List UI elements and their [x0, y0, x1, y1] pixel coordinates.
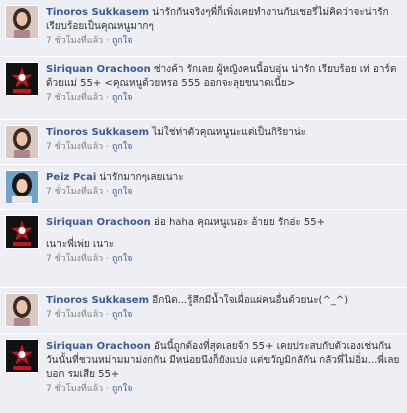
profile-photo[interactable] [5, 5, 39, 39]
meta-separator: · [103, 384, 112, 394]
timestamp: 7 ชั่วโมงที่แล้ว [46, 142, 104, 152]
author-link[interactable]: Tinoros Sukkasem [46, 295, 149, 306]
profile-photo[interactable] [5, 125, 39, 159]
virgin-hitz-logo [6, 340, 38, 372]
timestamp: 7 ชั่วโมงที่แล้ว [46, 36, 104, 46]
comment-text: ไม่ใช่ท่าตัวคุณหนูนะแต่เป็นกิริยาน่ะ [152, 127, 307, 138]
profile-photo[interactable] [5, 293, 39, 327]
like-link[interactable]: ถูกใจ [112, 254, 133, 264]
like-link[interactable]: ถูกใจ [112, 93, 133, 103]
comment-item: Siriquan Orachoon อันนี้ถูกต้องที่สุดเลย… [0, 334, 407, 413]
comment-meta: 7 ชั่วโมงที่แล้ว · ถูกใจ [46, 141, 401, 154]
tinoros-avatar [6, 294, 38, 326]
comment-text: น่ารักมากๆเลยเนาะ [99, 172, 184, 183]
comment-meta: 7 ชั่วโมงที่แล้ว · ถูกใจ [46, 253, 401, 266]
comment-item: Tinoros Sukkasem น่ารักกันจริงๆพี่ก็เพิ่… [0, 0, 407, 56]
tinoros-avatar [6, 6, 38, 38]
author-link[interactable]: Siriquan Orachoon [46, 341, 151, 352]
timestamp: 7 ชั่วโมงที่แล้ว [46, 93, 104, 103]
comment-meta: 7 ชั่วโมงที่แล้ว · ถูกใจ [46, 186, 401, 199]
like-link[interactable]: ถูกใจ [112, 142, 133, 152]
comment-item: Tinoros Sukkasem อีกนิด...รู้สึกมีน้ำใจเ… [0, 288, 407, 333]
virgin-hitz-logo [6, 63, 38, 95]
comment-item: Tinoros Sukkasem ไม่ใช่ท่าตัวคุณหนูนะแต่… [0, 120, 407, 164]
comment-text: อีกนิด...รู้สึกมีน้ำใจเผื่อแผ่คนอื่นด้วย… [152, 295, 349, 306]
comment-meta: 7 ชั่วโมงที่แล้ว · ถูกใจ [46, 35, 401, 48]
meta-separator: · [103, 142, 112, 152]
like-link[interactable]: ถูกใจ [112, 187, 133, 197]
meta-separator: · [103, 36, 112, 46]
like-link[interactable]: ถูกใจ [112, 384, 133, 394]
author-link[interactable]: Tinoros Sukkasem [46, 7, 149, 18]
profile-photo[interactable] [5, 215, 39, 249]
author-link[interactable]: Peiz Pcai [46, 172, 96, 183]
comment-meta: 7 ชั่วโมงที่แล้ว · ถูกใจ [46, 309, 401, 322]
meta-separator: · [103, 187, 112, 197]
timestamp: 7 ชั่วโมงที่แล้ว [46, 384, 104, 394]
author-link[interactable]: Tinoros Sukkasem [46, 127, 149, 138]
author-link[interactable]: Siriquan Orachoon [46, 217, 151, 228]
comment-meta: 7 ชั่วโมงที่แล้ว · ถูกใจ [46, 92, 401, 105]
like-link[interactable]: ถูกใจ [112, 310, 133, 320]
like-link[interactable]: ถูกใจ [112, 36, 133, 46]
meta-separator: · [103, 254, 112, 264]
virgin-hitz-logo [6, 216, 38, 248]
comment-feed: Tinoros Sukkasem น่ารักกันจริงๆพี่ก็เพิ่… [0, 0, 407, 413]
timestamp: 7 ชั่วโมงที่แล้ว [46, 187, 104, 197]
meta-separator: · [103, 93, 112, 103]
meta-separator: · [103, 310, 112, 320]
comment-text: อ่อ haha คุณหนูเนอะ อ้ายย รักอ่ะ 55+ [153, 217, 325, 228]
profile-photo[interactable] [5, 170, 39, 204]
author-link[interactable]: Siriquan Orachoon [46, 64, 151, 75]
timestamp: 7 ชั่วโมงที่แล้ว [46, 254, 104, 264]
tinoros-avatar [6, 126, 38, 158]
profile-photo[interactable] [5, 62, 39, 96]
comment-item: Siriquan Orachoon อ่อ haha คุณหนูเนอะ อ้… [0, 210, 407, 287]
comment-item: Siriquan Orachoon ช่างค้า รักเลย ผู้หญิง… [0, 57, 407, 119]
timestamp: 7 ชั่วโมงที่แล้ว [46, 310, 104, 320]
comment-item: Peiz Pcai น่ารักมากๆเลยเนาะ 7 ชั่วโมงที่… [0, 165, 407, 209]
peiz-avatar [6, 171, 38, 203]
profile-photo[interactable] [5, 339, 39, 373]
comment-meta: 7 ชั่วโมงที่แล้ว · ถูกใจ [46, 383, 401, 396]
comment-text-continued: เนาะพี่เพ่ย เนาะ [46, 239, 115, 250]
